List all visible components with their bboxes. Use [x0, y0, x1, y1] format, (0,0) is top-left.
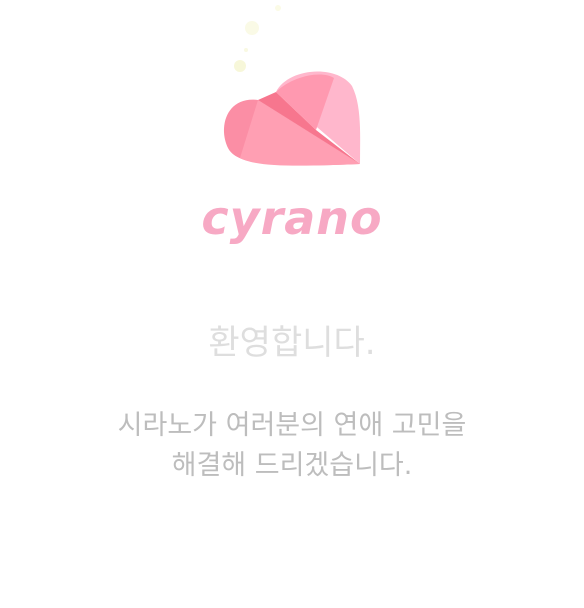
welcome-message-line-2: 해결해 드리겠습니다.	[171, 450, 413, 481]
welcome-message-line-1: 시라노가 여러분의 연애 고민을	[117, 410, 467, 441]
brand-name: cyrano	[201, 191, 383, 245]
splash-screen: cyrano 환영합니다. 시라노가 여러분의 연애 고민을 해결해 드리겠습니…	[0, 0, 584, 608]
welcome-heading: 환영합니다.	[208, 323, 376, 363]
welcome-message: 시라노가 여러분의 연애 고민을 해결해 드리겠습니다.	[0, 406, 584, 486]
folded-heart-logo-icon	[223, 71, 361, 166]
